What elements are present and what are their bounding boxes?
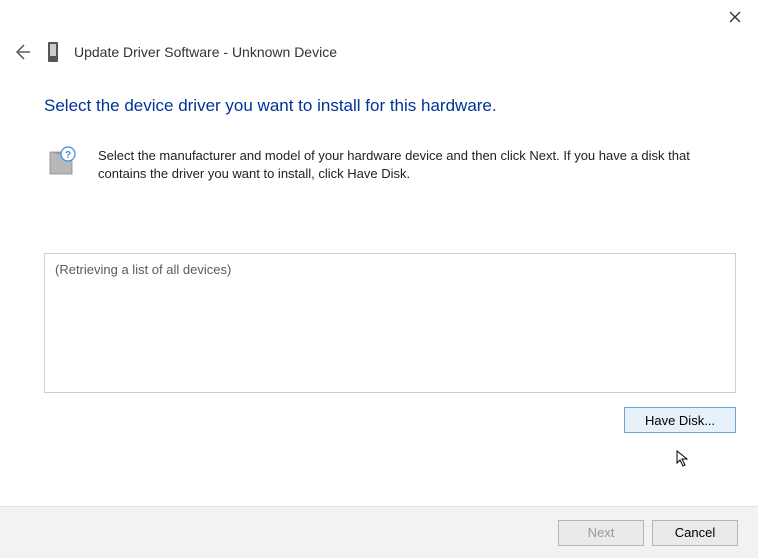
close-button[interactable] (726, 8, 744, 26)
arrow-left-icon (12, 42, 32, 62)
content-area: Select the device driver you want to ins… (44, 96, 736, 433)
have-disk-row: Have Disk... (44, 407, 736, 433)
cursor-icon (676, 450, 690, 471)
device-list-box[interactable]: (Retrieving a list of all devices) (44, 253, 736, 393)
cancel-button[interactable]: Cancel (652, 520, 738, 546)
window-title: Update Driver Software - Unknown Device (74, 44, 337, 60)
footer-bar: Next Cancel (0, 506, 758, 558)
page-heading: Select the device driver you want to ins… (44, 96, 736, 116)
close-icon (729, 11, 741, 23)
list-status-text: (Retrieving a list of all devices) (55, 262, 231, 277)
svg-text:?: ? (65, 150, 71, 161)
have-disk-button[interactable]: Have Disk... (624, 407, 736, 433)
device-icon (46, 42, 60, 62)
next-button: Next (558, 520, 644, 546)
instruction-text: Select the manufacturer and model of you… (98, 146, 736, 183)
header-row: Update Driver Software - Unknown Device (12, 42, 337, 62)
device-help-icon: ? (44, 146, 78, 180)
instruction-row: ? Select the manufacturer and model of y… (44, 146, 736, 183)
back-button[interactable] (12, 42, 32, 62)
